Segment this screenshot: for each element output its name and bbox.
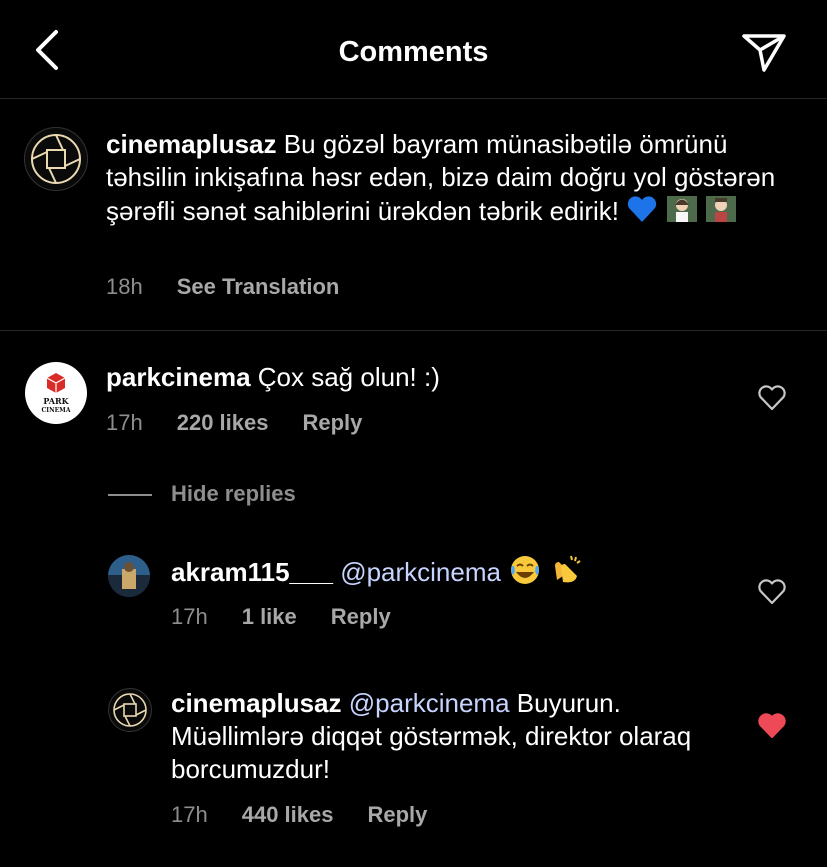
reply-button[interactable]: Reply	[331, 604, 391, 630]
comment-meta: 17h 220 likes Reply	[106, 410, 362, 436]
reply-text: akram115___ @parkcinema	[171, 554, 731, 594]
divider	[0, 330, 827, 331]
reply-mention[interactable]: @parkcinema	[340, 557, 501, 587]
caption-meta: 18h See Translation	[106, 274, 339, 300]
caption-text: cinemaplusaz Bu gözəl bayram münasibətil…	[106, 128, 806, 232]
reply-username[interactable]: cinemaplusaz	[171, 688, 342, 718]
comment-username[interactable]: parkcinema	[106, 362, 251, 392]
blue-heart-icon	[626, 194, 658, 232]
comment-text: parkcinema Çox sağ olun! :)	[106, 361, 726, 394]
reply-time: 17h	[171, 604, 208, 629]
comment-time: 17h	[106, 410, 143, 435]
reply-username[interactable]: akram115___	[171, 557, 333, 587]
reply-button[interactable]: Reply	[302, 410, 362, 436]
avatar[interactable]: PARK CINEMA	[25, 362, 87, 424]
send-paper-plane-icon[interactable]	[740, 30, 788, 74]
avatar[interactable]	[108, 555, 150, 597]
reply-meta: 17h 1 like Reply	[171, 604, 391, 630]
likes-count[interactable]: 1 like	[242, 604, 297, 630]
comment-body: Çox sağ olun! :)	[257, 362, 440, 392]
heart-outline-icon[interactable]	[757, 384, 787, 412]
avatar[interactable]	[24, 127, 88, 191]
reply-time: 17h	[171, 802, 208, 827]
replies-line	[108, 494, 152, 496]
female-teacher-icon	[666, 194, 698, 232]
caption-time: 18h	[106, 274, 143, 299]
reply-button[interactable]: Reply	[367, 802, 427, 828]
tears-of-joy-icon	[508, 554, 542, 594]
male-teacher-icon	[705, 194, 737, 232]
caption-username[interactable]: cinemaplusaz	[106, 129, 277, 159]
heart-filled-icon[interactable]	[757, 712, 787, 740]
reply-mention[interactable]: @parkcinema	[349, 688, 510, 718]
hide-replies-button[interactable]: Hide replies	[171, 481, 296, 507]
page-title: Comments	[338, 36, 489, 68]
heart-outline-icon[interactable]	[757, 578, 787, 606]
likes-count[interactable]: 220 likes	[177, 410, 269, 436]
clapping-hands-icon	[549, 554, 583, 594]
reply-text: cinemaplusaz @parkcinema Buyurun. Müəlli…	[171, 687, 731, 786]
park-logo-bottom: CINEMA	[42, 407, 71, 414]
reply-meta: 17h 440 likes Reply	[171, 802, 427, 828]
avatar[interactable]	[108, 688, 152, 732]
header-bar: Comments	[0, 0, 827, 99]
park-logo-top: PARK	[43, 396, 69, 406]
likes-count[interactable]: 440 likes	[242, 802, 334, 828]
see-translation-link[interactable]: See Translation	[177, 274, 340, 300]
